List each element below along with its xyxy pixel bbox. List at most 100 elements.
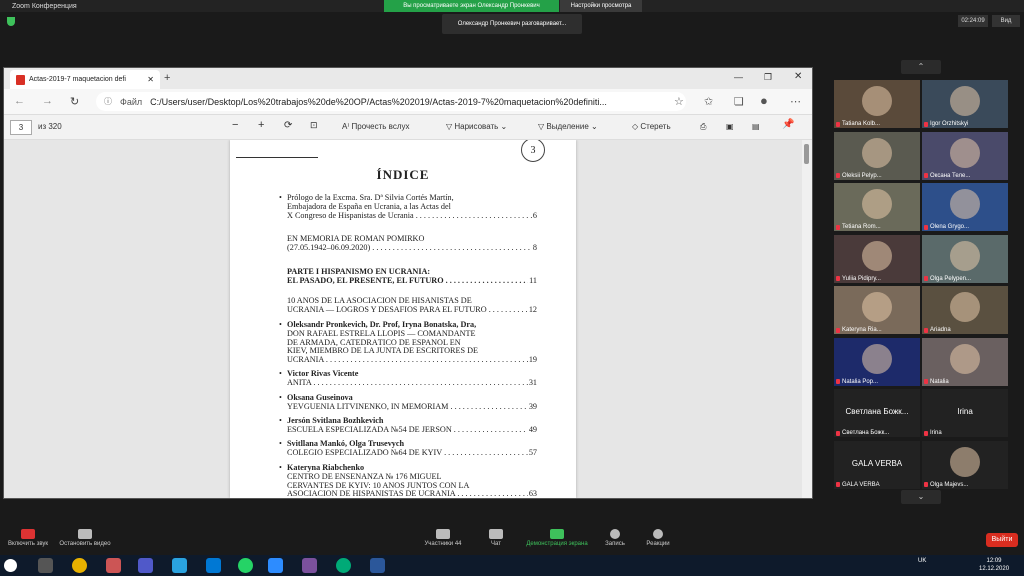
- record-button[interactable]: Запись: [600, 529, 630, 547]
- participant-tile[interactable]: Olena Grygo...: [922, 183, 1008, 231]
- mic-muted-icon: [924, 379, 928, 384]
- entry-page: 12: [527, 304, 537, 315]
- erase-button[interactable]: ◇ Стереть: [632, 122, 671, 131]
- chrome-icon[interactable]: [72, 558, 87, 573]
- chat-button[interactable]: Чат: [484, 529, 508, 547]
- print-icon[interactable]: ⎙: [700, 122, 706, 132]
- reactions-button[interactable]: Реакции: [642, 529, 674, 547]
- bullet: •: [279, 463, 282, 472]
- pin-icon[interactable]: 📌: [782, 119, 794, 130]
- shield-icon[interactable]: [7, 17, 15, 26]
- back-icon[interactable]: ←: [14, 95, 25, 107]
- leave-button[interactable]: Выйти: [986, 533, 1018, 547]
- participant-tile[interactable]: Natalia Pop...: [834, 337, 920, 386]
- audio-button[interactable]: Включить звук: [4, 529, 52, 547]
- favorite-icon[interactable]: ☆: [674, 95, 684, 108]
- participant-video: [862, 240, 892, 271]
- participant-tile[interactable]: Kateryna Ria...: [834, 286, 920, 334]
- taskview-icon[interactable]: [38, 558, 53, 573]
- profile-icon[interactable]: ●: [760, 93, 768, 108]
- word-icon[interactable]: [370, 558, 385, 573]
- participant-video: [950, 446, 980, 477]
- zoom-out-icon[interactable]: −: [232, 119, 238, 131]
- close-tab-icon[interactable]: ✕: [147, 75, 154, 84]
- mic-muted-icon: [836, 379, 840, 384]
- participant-name-row: Igor Orzhitskyi: [924, 121, 968, 127]
- participant-name-row: Natalia Pop...: [836, 379, 878, 385]
- participant-name: Светлана Божк...: [842, 430, 890, 436]
- participants-button[interactable]: Участники 44: [420, 529, 466, 547]
- participant-tile[interactable]: Ariadna: [922, 286, 1008, 334]
- skype-icon[interactable]: [206, 558, 221, 573]
- menu-icon[interactable]: ⋯: [790, 95, 801, 108]
- zoom-in-icon[interactable]: +: [258, 119, 264, 131]
- page-number: 3: [521, 140, 545, 162]
- forward-icon[interactable]: →: [42, 95, 53, 107]
- grid-up-button[interactable]: ⌃: [901, 60, 941, 74]
- maximize-icon[interactable]: ❐: [764, 72, 772, 83]
- rotate-icon[interactable]: ⟳: [284, 120, 292, 131]
- participant-tile[interactable]: Olga Pelypen...: [922, 234, 1008, 283]
- view-options-button[interactable]: Настройки просмотра: [560, 0, 642, 12]
- view-button[interactable]: Вид: [992, 15, 1020, 27]
- page-number-input[interactable]: 3: [10, 120, 32, 135]
- scrollbar[interactable]: [802, 140, 812, 498]
- entry-line: EN MEMORIA DE ROMÁN POMIRKO: [287, 235, 425, 243]
- participant-tile[interactable]: Tatiana Kolb...: [834, 80, 920, 128]
- telegram-icon[interactable]: [172, 558, 187, 573]
- favorites-bar-icon[interactable]: ❏: [734, 95, 744, 108]
- grid-down-button[interactable]: ⌄: [901, 490, 941, 504]
- save-icon[interactable]: ▣: [726, 122, 734, 131]
- participant-tile[interactable]: Igor Orzhitskyi: [922, 80, 1008, 128]
- participant-tile[interactable]: Olga Majevs...: [922, 440, 1008, 489]
- refresh-icon[interactable]: ↻: [70, 95, 79, 108]
- zoom-icon[interactable]: [268, 558, 283, 573]
- participant-video: [950, 292, 980, 322]
- participant-tile[interactable]: Tetiana Rom...: [834, 183, 920, 231]
- participant-tile[interactable]: GALA VERBA GALA VERBA: [834, 440, 920, 489]
- highlight-button[interactable]: ▽ Выделение ⌄: [538, 122, 598, 131]
- app-icon[interactable]: [106, 558, 121, 573]
- collections-icon[interactable]: ✩: [704, 95, 713, 108]
- share-screen-button[interactable]: Демонстрация экрана: [522, 529, 592, 547]
- tab-pdf[interactable]: Actas-2019-7 maquetacion defi ✕: [10, 70, 160, 89]
- save-as-icon[interactable]: ▤: [752, 122, 760, 131]
- entry-line: COLEGIO ESPECIALIZADO №64 DE KYIV . . . …: [287, 448, 537, 457]
- address-field[interactable]: ⓘ Файл C:/Users/user/Desktop/Los%20traba…: [96, 92, 686, 111]
- read-aloud-button[interactable]: A⁾ Прочесть вслух: [342, 122, 410, 131]
- participant-name: Olga Majevs...: [930, 481, 969, 488]
- clock[interactable]: 12:09 12.12.2020: [979, 557, 1009, 573]
- participant-tile[interactable]: Светлана Божк... Светлана Божк...: [834, 389, 920, 437]
- tab-title: Actas-2019-7 maquetacion defi: [29, 76, 126, 83]
- entry-page: 63: [527, 489, 537, 498]
- draw-button[interactable]: ▽ Нарисовать ⌄: [446, 122, 507, 131]
- mic-muted-icon: [836, 482, 840, 487]
- info-icon[interactable]: ⓘ: [104, 96, 112, 107]
- minimize-icon[interactable]: —: [734, 72, 743, 82]
- whatsapp-icon[interactable]: [238, 558, 253, 573]
- video-button[interactable]: Остановить видео: [57, 529, 113, 547]
- mic-muted-icon: [924, 276, 928, 281]
- edge-icon[interactable]: [336, 558, 351, 573]
- meeting-timer: 02:24:09: [958, 15, 988, 27]
- new-tab-icon[interactable]: +: [164, 72, 170, 84]
- pdf-viewer[interactable]: 3 ÍNDICE • Prólogo de la Excma. Sra. Dª S…: [4, 140, 812, 498]
- participant-tile[interactable]: Oleksii Pelyp...: [834, 131, 920, 180]
- bullet: •: [279, 193, 282, 202]
- index-entry: • Prólogo de la Excma. Sra. Dª Silvia Cor…: [279, 193, 537, 221]
- participant-tile[interactable]: Irina Irina: [922, 389, 1008, 437]
- scrollbar-thumb[interactable]: [804, 144, 809, 164]
- participant-tile[interactable]: Yuliia Pidipry...: [834, 234, 920, 283]
- entry-line: DON RAFAEL ESTRELA LLOPIS — COMANDANTE: [287, 329, 476, 338]
- fit-page-icon[interactable]: ⊡: [310, 120, 318, 131]
- entry-page: 19: [527, 355, 537, 365]
- teams-icon[interactable]: [138, 558, 153, 573]
- entry-line: ASOCIACIÓN DE HISPANISTAS DE UCRANIA . .…: [287, 490, 537, 498]
- participant-tile[interactable]: Оксана Теле...: [922, 131, 1008, 180]
- participant-tile[interactable]: Natalia: [922, 337, 1008, 386]
- close-window-icon[interactable]: ✕: [794, 71, 802, 82]
- bullet: •: [279, 320, 282, 329]
- start-icon[interactable]: [4, 559, 17, 572]
- language-indicator[interactable]: UK: [918, 558, 926, 564]
- viber-icon[interactable]: [302, 558, 317, 573]
